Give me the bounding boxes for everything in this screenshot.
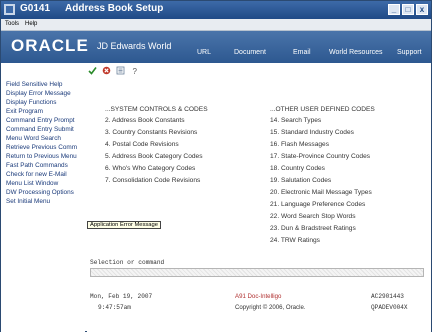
sidebar-item-field-sensitive-help[interactable]: Field Sensitive Help (6, 81, 84, 88)
menu-option[interactable]: 24. TRW Ratings (270, 237, 320, 244)
sidebar-item-display-functions[interactable]: Display Functions (6, 99, 84, 106)
help-icon[interactable]: ? (130, 66, 139, 75)
check-icon[interactable] (88, 66, 97, 75)
cancel-icon[interactable] (102, 66, 111, 75)
sidebar-item-command-entry-submit[interactable]: Command Entry Submit (6, 126, 84, 133)
sidebar-item-check-new-email[interactable]: Check for new E-Mail (6, 171, 84, 178)
sidebar-item-menu-list-window[interactable]: Menu List Window (6, 180, 84, 187)
tooltip: Application Error Message (87, 221, 161, 229)
nav-support[interactable]: Support (397, 49, 422, 56)
sidebar-item-fast-path-commands[interactable]: Fast Path Commands (6, 162, 84, 169)
command-input[interactable] (90, 268, 424, 277)
menu-option[interactable]: 3. Country Constants Revisions (105, 129, 197, 136)
nav-url[interactable]: URL (197, 49, 211, 56)
sidebar-item-retrieve-previous-command[interactable]: Retrieve Previous Comm (6, 144, 84, 151)
toolbar: ? (87, 65, 431, 77)
menu-content: ...SYSTEM CONTROLS & CODES 2. Address Bo… (87, 78, 431, 332)
menu-option[interactable]: 4. Postal Code Revisions (105, 141, 179, 148)
menu-option[interactable]: 14. Search Types (270, 117, 321, 124)
nav-document[interactable]: Document (234, 49, 266, 56)
window-title: Address Book Setup (65, 3, 164, 14)
menu-option[interactable]: 5. Address Book Category Codes (105, 153, 203, 160)
command-label: Selection or command (90, 259, 165, 266)
menu-option[interactable]: 21. Language Preference Codes (270, 201, 365, 208)
svg-text:?: ? (133, 67, 138, 75)
menu-option[interactable]: 20. Electronic Mail Message Types (270, 189, 372, 196)
status-date: Mon, Feb 19, 2007 (90, 293, 153, 300)
menu-option[interactable]: 2. Address Book Constants (105, 117, 185, 124)
status-copyright: Copyright © 2006, Oracle. (235, 304, 306, 311)
oracle-banner: ORACLE JD Edwards World URL Document Ema… (1, 31, 431, 63)
status-program: QPADEV004X (371, 304, 408, 311)
menu-tools[interactable]: Tools (5, 21, 19, 27)
menu-option[interactable]: 18. Country Codes (270, 165, 325, 172)
menu-option[interactable]: 23. Dun & Bradstreet Ratings (270, 225, 356, 232)
menu-option[interactable]: 15. Standard Industry Codes (270, 129, 354, 136)
status-machine: AC2901443 (371, 293, 404, 300)
status-time: 9:47:57am (98, 304, 131, 311)
sidebar-item-exit-program[interactable]: Exit Program (6, 108, 84, 115)
window-controls: _ □ x (388, 4, 428, 15)
menu-option[interactable]: 16. Flash Messages (270, 141, 329, 148)
status-company: A91 Doc-Intelligo (235, 293, 282, 300)
menu-option[interactable]: 19. Salutation Codes (270, 177, 331, 184)
product-name: JD Edwards World (97, 41, 172, 51)
menu-bar: Tools Help (1, 19, 431, 31)
list-icon[interactable] (116, 66, 125, 75)
maximize-button[interactable]: □ (402, 4, 414, 15)
close-button[interactable]: x (416, 4, 428, 15)
application-window: G0141 Address Book Setup _ □ x Tools Hel… (0, 0, 432, 332)
menu-option[interactable]: 7. Consolidation Code Revisions (105, 177, 200, 184)
menu-option[interactable]: 17. State-Province Country Codes (270, 153, 370, 160)
nav-email[interactable]: Email (293, 49, 311, 56)
menu-code: G0141 (20, 3, 51, 14)
sidebar-item-set-initial-menu[interactable]: Set Initial Menu (6, 198, 84, 205)
sidebar-item-return-to-previous-menu[interactable]: Return to Previous Menu (6, 153, 84, 160)
sidebar-item-dw-processing-options[interactable]: DW Processing Options (6, 189, 84, 196)
sidebar-item-command-entry-prompt[interactable]: Command Entry Prompt (6, 117, 84, 124)
app-icon (4, 4, 15, 15)
left-section-header: ...SYSTEM CONTROLS & CODES (105, 106, 208, 113)
title-bar: G0141 Address Book Setup _ □ x (1, 1, 431, 19)
sidebar-item-menu-word-search[interactable]: Menu Word Search (6, 135, 84, 142)
right-section-header: ...OTHER USER DEFINED CODES (270, 106, 375, 113)
menu-option[interactable]: 6. Who's Who Category Codes (105, 165, 195, 172)
function-sidebar: Field Sensitive Help Display Error Messa… (1, 64, 85, 332)
oracle-logo: ORACLE (11, 36, 89, 55)
nav-world-resources[interactable]: World Resources (329, 49, 383, 56)
menu-option[interactable]: 22. Word Search Stop Words (270, 213, 356, 220)
minimize-button[interactable]: _ (388, 4, 400, 15)
menu-help[interactable]: Help (25, 21, 37, 27)
sidebar-item-display-error-message[interactable]: Display Error Message (6, 90, 84, 97)
